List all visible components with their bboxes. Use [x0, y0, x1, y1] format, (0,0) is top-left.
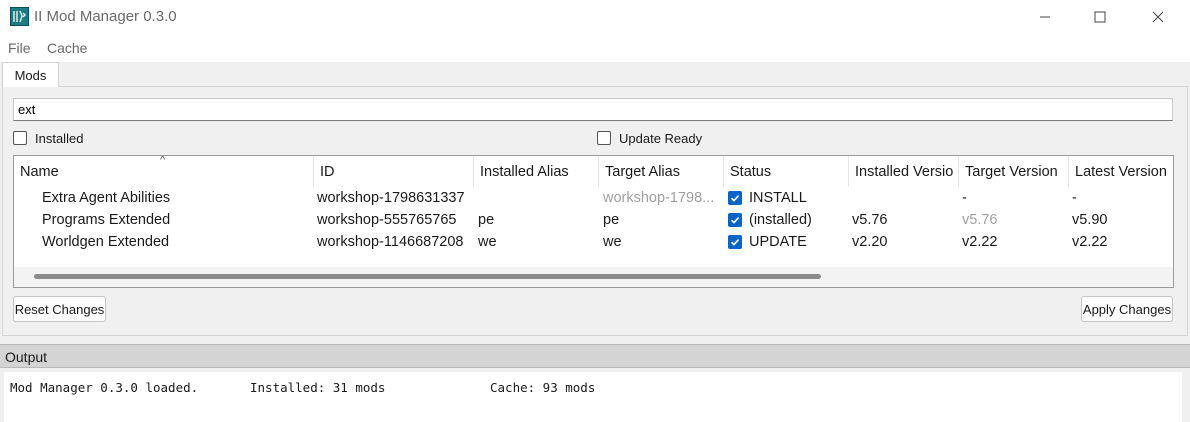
column-header-name-label: Name: [20, 164, 59, 180]
column-header-name[interactable]: Name ^: [14, 156, 314, 187]
row-3-target-version: v2.22: [962, 234, 998, 250]
output-installed-count: Installed: 31 mods: [250, 380, 386, 395]
row-2-target-alias[interactable]: pe: [603, 212, 619, 228]
output-panel: Mod Manager 0.3.0 loaded. Installed: 31 …: [4, 372, 1182, 422]
horizontal-scrollbar[interactable]: [14, 267, 1173, 287]
row-1-latest-version: -: [1072, 190, 1077, 206]
row-3-installed-version: v2.20: [852, 234, 888, 250]
tab-mods[interactable]: Mods: [2, 62, 59, 87]
installed-checkbox-label: Installed: [35, 131, 84, 146]
column-header-installed-version[interactable]: Installed Versio: [849, 156, 959, 187]
menu-bar: File Cache: [0, 34, 1190, 62]
row-3-status: UPDATE: [749, 234, 807, 250]
output-loaded-message: Mod Manager 0.3.0 loaded.: [10, 380, 199, 395]
row-3-name[interactable]: Worldgen Extended: [42, 234, 169, 250]
row-1-status-checkbox[interactable]: [728, 191, 742, 205]
maximize-button[interactable]: [1077, 0, 1123, 34]
row-2-installed-alias: pe: [478, 212, 495, 228]
row-3-status-checkbox[interactable]: [728, 235, 742, 249]
row-1-target-version: -: [962, 190, 967, 206]
app-icon: [10, 7, 29, 26]
maximize-icon: [1094, 11, 1106, 23]
row-2-status: (installed): [749, 212, 812, 228]
column-header-latest-version[interactable]: Latest Version: [1069, 156, 1173, 187]
minimize-button[interactable]: [1022, 0, 1068, 34]
row-2-installed-version: v5.76: [852, 212, 888, 228]
checkmark-icon: [730, 195, 740, 202]
output-cache-count: Cache: 93 mods: [490, 380, 596, 395]
row-1-target-alias[interactable]: workshop-1798...: [603, 190, 721, 206]
row-1-status: INSTALL: [749, 190, 807, 206]
row-2-name[interactable]: Programs Extended: [42, 212, 170, 228]
menu-file[interactable]: File: [8, 40, 31, 56]
column-header-target-version[interactable]: Target Version: [959, 156, 1069, 187]
row-1-name[interactable]: Extra Agent Abilities: [42, 190, 170, 206]
checkmark-icon: [730, 239, 740, 246]
window-title: II Mod Manager 0.3.0: [34, 8, 177, 25]
title-bar: II Mod Manager 0.3.0: [0, 0, 1190, 34]
sort-ascending-icon: ^: [160, 156, 166, 166]
column-header-id[interactable]: ID: [314, 156, 474, 187]
apply-changes-button[interactable]: Apply Changes: [1081, 296, 1173, 322]
scrollbar-thumb[interactable]: [34, 274, 821, 279]
update-ready-checkbox[interactable]: [597, 131, 611, 145]
row-3-target-alias[interactable]: we: [603, 234, 622, 250]
menu-cache[interactable]: Cache: [47, 40, 87, 56]
mods-table: Name ^ ID Installed Alias Target Alias St…: [13, 155, 1174, 288]
minimize-icon: [1040, 16, 1050, 18]
row-3-latest-version: v2.22: [1072, 234, 1108, 250]
reset-changes-button[interactable]: Reset Changes: [13, 296, 106, 322]
row-1-id: workshop-1798631337: [317, 190, 465, 206]
row-3-id: workshop-1146687208: [317, 234, 464, 250]
installed-checkbox[interactable]: [13, 131, 27, 145]
row-2-latest-version: v5.90: [1072, 212, 1108, 228]
column-header-installed-alias[interactable]: Installed Alias: [474, 156, 599, 187]
output-header: Output: [0, 344, 1190, 368]
search-input[interactable]: [13, 98, 1173, 121]
row-2-target-version: v5.76: [962, 212, 998, 228]
row-2-id: workshop-555765765: [317, 212, 457, 228]
column-header-target-alias[interactable]: Target Alias: [599, 156, 724, 187]
column-header-status[interactable]: Status: [724, 156, 849, 187]
row-3-installed-alias: we: [478, 234, 497, 250]
checkmark-icon: [730, 217, 740, 224]
close-button[interactable]: [1135, 0, 1181, 34]
row-2-status-checkbox[interactable]: [728, 213, 742, 227]
update-ready-checkbox-label: Update Ready: [619, 131, 703, 146]
close-icon: [1152, 11, 1164, 23]
